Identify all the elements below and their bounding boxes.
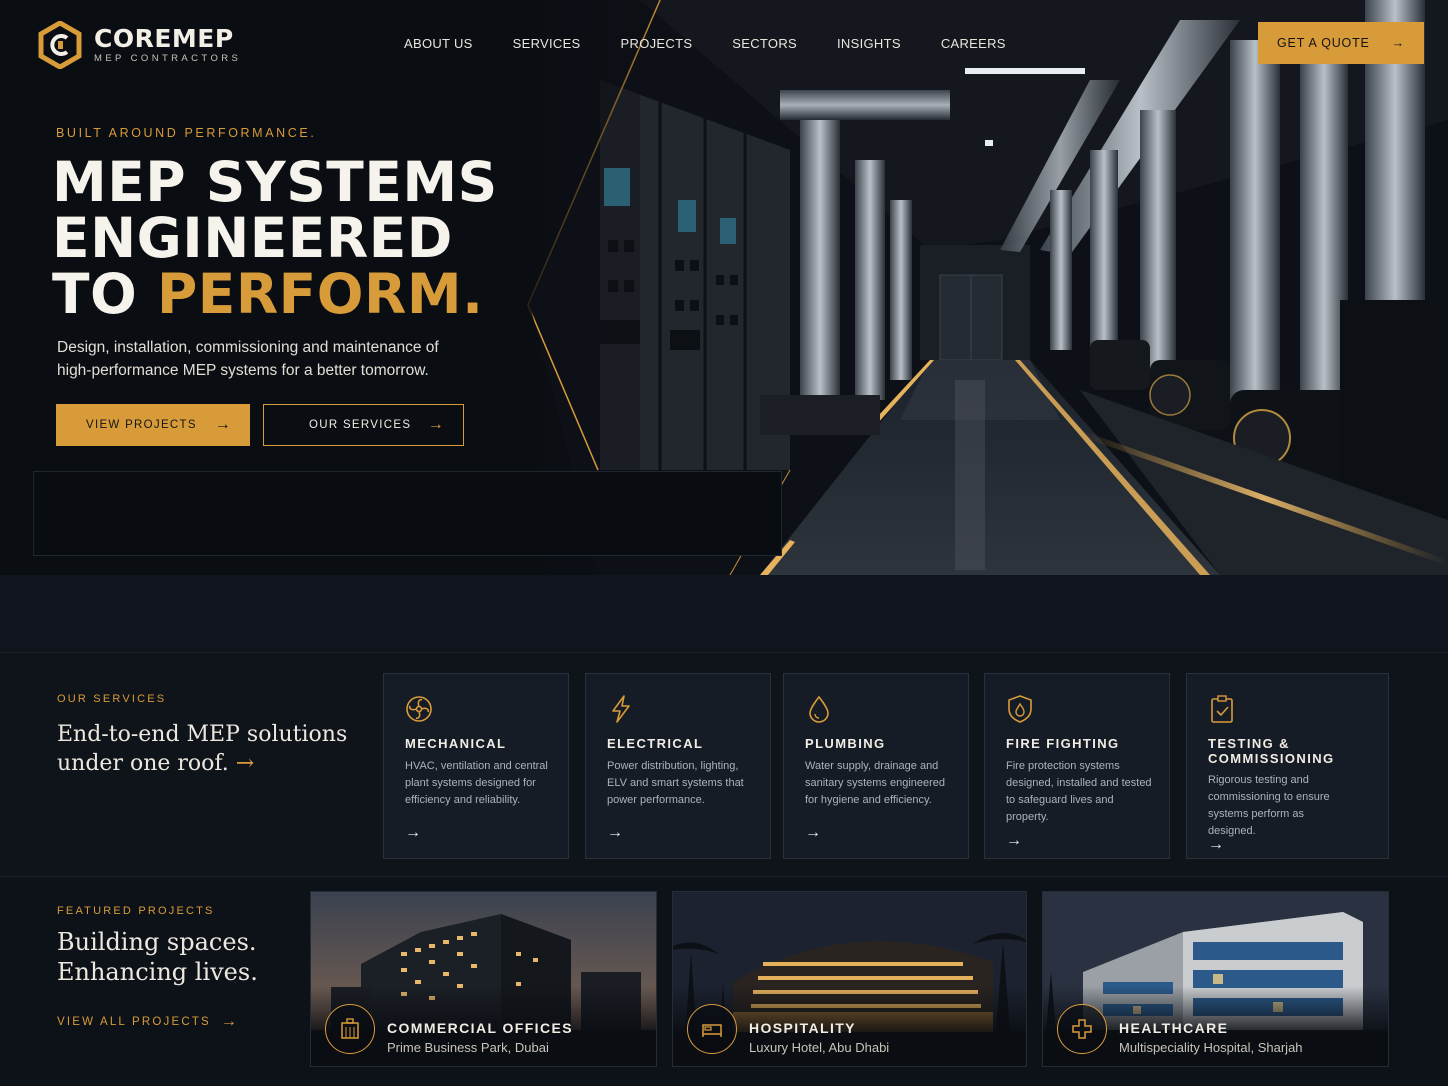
project-card-hospitality[interactable]: HOSPITALITY Luxury Hotel, Abu Dhabi [672, 891, 1027, 1067]
brand-tagline: MEP CONTRACTORS [94, 53, 242, 64]
projects-heading: Building spaces. Enhancing lives. [57, 928, 258, 986]
service-description: Rigorous testing and commissioning to en… [1208, 774, 1330, 837]
arrow-right-icon[interactable]: → [405, 824, 421, 842]
nav-about-us[interactable]: ABOUT US [404, 36, 473, 51]
services-eyebrow: OUR SERVICES [57, 693, 167, 705]
our-services-label: OUR SERVICES [309, 419, 412, 431]
nav-insights[interactable]: INSIGHTS [837, 36, 901, 51]
arrow-right-icon: → [427, 416, 445, 433]
nav-projects[interactable]: PROJECTS [621, 36, 693, 51]
service-card-electrical[interactable]: ELECTRICAL Power distribution, lighting,… [585, 673, 771, 859]
arrow-right-icon[interactable]: → [1208, 836, 1224, 854]
fan-icon [406, 696, 432, 722]
hero-stats-panel [33, 471, 782, 556]
hero-eyebrow: BUILT AROUND PERFORMANCE. [56, 126, 317, 140]
service-description: Power distribution, lighting, ELV and sm… [607, 760, 744, 806]
service-card-fire-fighting[interactable]: FIRE FIGHTING Fire protection systems de… [984, 673, 1170, 859]
hero-title-line-3a: TO [52, 262, 138, 326]
arrow-right-icon: → [214, 416, 232, 433]
service-title: MECHANICAL [405, 736, 507, 751]
hero-title-accent: PERFORM. [156, 262, 484, 326]
service-description: Fire protection systems designed, instal… [1006, 760, 1152, 823]
view-projects-button[interactable]: VIEW PROJECTS → [56, 404, 250, 446]
brand-name: COREMEP [94, 24, 234, 53]
service-card-testing-commissioning[interactable]: TESTING & COMMISSIONING Rigorous testing… [1186, 673, 1389, 859]
service-description: Water supply, drainage and sanitary syst… [805, 760, 946, 806]
service-card-plumbing[interactable]: PLUMBING Water supply, drainage and sani… [783, 673, 969, 859]
nav-services[interactable]: SERVICES [513, 36, 581, 51]
project-card-commercial-offices[interactable]: COMMERCIAL OFFICES Prime Business Park, … [310, 891, 657, 1067]
service-title: PLUMBING [805, 736, 886, 751]
services-heading: End-to-end MEP solutions under one roof.… [57, 720, 357, 778]
water-drop-icon [809, 695, 829, 723]
projects-section: FEATURED PROJECTS Building spaces. Enhan… [0, 877, 1448, 1086]
project-title: COMMERCIAL OFFICES [387, 1020, 573, 1036]
arrow-right-icon[interactable]: → [607, 824, 623, 842]
project-card-healthcare[interactable]: HEALTHCARE Multispeciality Hospital, Sha… [1042, 891, 1389, 1067]
project-title: HOSPITALITY [749, 1020, 856, 1036]
arrow-right-icon[interactable]: → [1006, 832, 1022, 850]
arrow-right-icon: → [220, 1013, 240, 1030]
project-location: Multispeciality Hospital, Sharjah [1119, 1040, 1303, 1055]
view-projects-label: VIEW PROJECTS [86, 419, 197, 431]
hero-title: MEP SYSTEMS ENGINEERED TO PERFORM. [52, 154, 572, 322]
our-services-button[interactable]: OUR SERVICES → [263, 404, 464, 446]
get-a-quote-label: GET A QUOTE [1277, 36, 1370, 50]
service-title: ELECTRICAL [607, 736, 704, 751]
nav-sectors[interactable]: SECTORS [732, 36, 797, 51]
clipboard-check-icon [1211, 695, 1233, 723]
arrow-right-icon: → [1391, 36, 1405, 50]
view-all-projects-link[interactable]: VIEW ALL PROJECTS → [57, 1013, 239, 1031]
bed-icon [687, 1004, 737, 1054]
service-card-mechanical[interactable]: MECHANICAL HVAC, ventilation and central… [383, 673, 569, 859]
nav-careers[interactable]: CAREERS [941, 36, 1006, 51]
office-building-icon [325, 1004, 375, 1054]
service-title: TESTING & COMMISSIONING [1208, 736, 1335, 766]
main-nav: ABOUT US SERVICES PROJECTS SECTORS INSIG… [404, 36, 1046, 51]
service-title: FIRE FIGHTING [1006, 736, 1120, 751]
get-a-quote-button[interactable]: GET A QUOTE → [1258, 22, 1424, 64]
arrow-right-icon[interactable]: → [805, 824, 821, 842]
hexagon-logo-icon [38, 21, 82, 69]
hero-section: COREMEP MEP CONTRACTORS ABOUT US SERVICE… [0, 0, 1448, 575]
project-title: HEALTHCARE [1119, 1020, 1229, 1036]
site-header: COREMEP MEP CONTRACTORS ABOUT US SERVICE… [0, 0, 1448, 86]
service-description: HVAC, ventilation and central plant syst… [405, 760, 548, 806]
section-divider-band [0, 575, 1448, 653]
project-location: Prime Business Park, Dubai [387, 1040, 549, 1055]
arrow-right-icon[interactable]: → [236, 751, 254, 776]
view-all-projects-label: VIEW ALL PROJECTS [57, 1016, 211, 1028]
projects-eyebrow: FEATURED PROJECTS [57, 905, 215, 917]
hero-description: Design, installation, commissioning and … [57, 339, 439, 379]
fire-shield-icon [1008, 695, 1032, 723]
services-section: OUR SERVICES End-to-end MEP solutions un… [0, 653, 1448, 877]
project-location: Luxury Hotel, Abu Dhabi [749, 1040, 890, 1055]
brand-logo[interactable]: COREMEP MEP CONTRACTORS [38, 21, 241, 69]
hero-title-line-1: MEP SYSTEMS [52, 150, 498, 214]
lightning-icon [612, 695, 630, 723]
medical-cross-icon [1057, 1004, 1107, 1054]
services-heading-text: End-to-end MEP solutions under one roof. [57, 722, 348, 776]
hero-title-line-2: ENGINEERED [52, 206, 453, 270]
